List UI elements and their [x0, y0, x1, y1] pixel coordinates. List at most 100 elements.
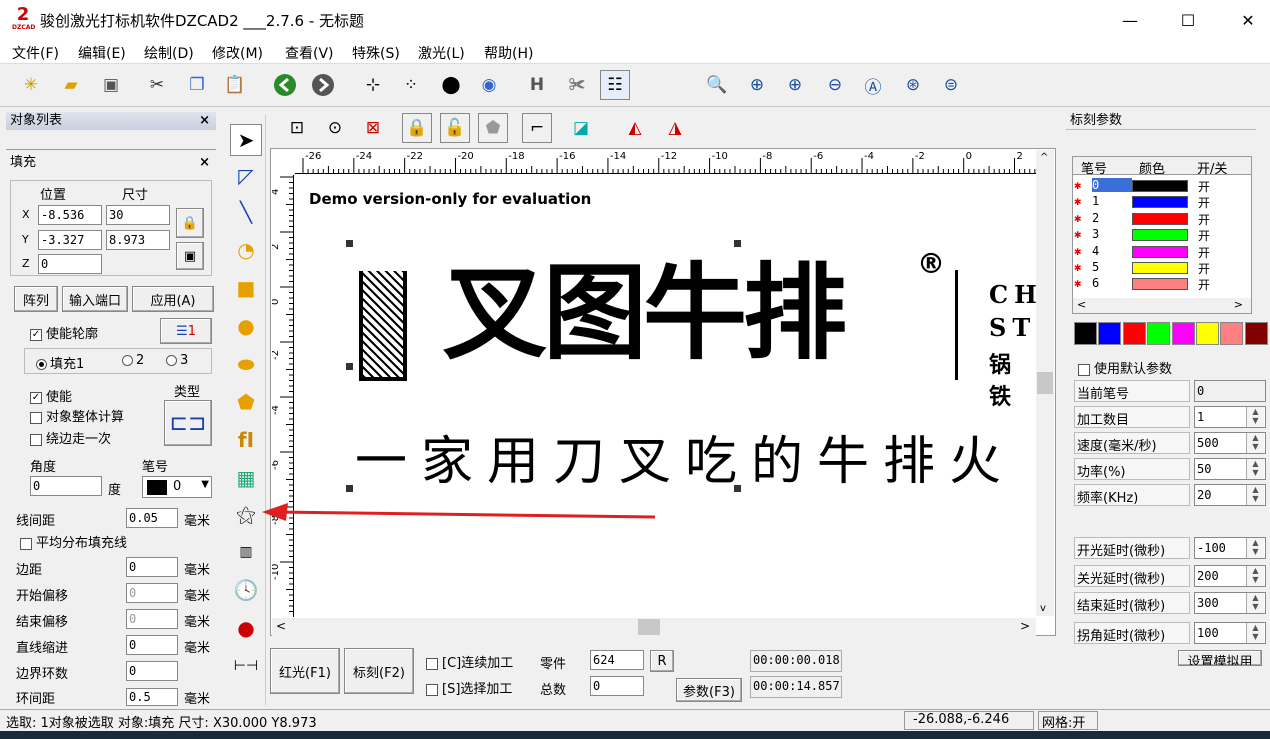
parts-field[interactable] — [590, 650, 644, 670]
anchor-button[interactable]: ▣ — [176, 242, 204, 270]
color-palette[interactable] — [1074, 322, 1270, 346]
polygon-icon[interactable]: ⬟ — [230, 386, 262, 418]
pen-row[interactable]: ✱ 2 开 — [1074, 211, 1254, 227]
signal-light-icon[interactable]: ● — [230, 612, 262, 644]
spinner-arrows-icon[interactable]: ▲ ▼ — [1246, 538, 1264, 558]
lock-ratio-button[interactable]: 🔒 — [176, 208, 204, 238]
menu-help[interactable]: 帮助(H) — [484, 43, 533, 63]
rectangle-icon[interactable]: ■ — [230, 272, 262, 304]
minimize-button[interactable]: — — [1100, 0, 1160, 40]
pen-row[interactable]: ✱ 0 开 — [1074, 178, 1254, 194]
barcode-icon[interactable]: ▥ — [230, 536, 262, 568]
unlock-all-icon[interactable]: ⬟ — [478, 113, 508, 143]
zoom-all-icon[interactable]: Ⓐ — [858, 70, 888, 100]
object-list-area[interactable] — [6, 130, 216, 150]
z-position-field[interactable] — [38, 254, 102, 274]
palette-swatch[interactable] — [1122, 322, 1146, 345]
image-icon[interactable]: ▦ — [230, 462, 262, 494]
vector-file-icon[interactable]: ⚝ — [230, 498, 262, 530]
line-shrink-field[interactable] — [126, 635, 178, 655]
palette-swatch[interactable] — [1196, 322, 1219, 345]
pen-table-hscroll[interactable]: < > — [1073, 298, 1251, 313]
paste-icon[interactable]: 📋 — [220, 70, 250, 100]
spinner-arrows-icon[interactable]: ▲ ▼ — [1246, 566, 1264, 586]
mark-button[interactable]: 标刻(F2) — [344, 648, 414, 694]
line-icon[interactable]: ╲ — [230, 196, 262, 228]
close-icon[interactable]: × — [199, 112, 210, 130]
text-h-icon[interactable]: H — [522, 70, 552, 100]
fill1-radio[interactable]: 填充1 — [36, 353, 84, 372]
palette-swatch[interactable] — [1220, 322, 1244, 345]
origin-icon[interactable]: ⌐ — [522, 113, 552, 143]
x-size-field[interactable] — [106, 205, 170, 225]
copy-icon[interactable]: ❐ — [182, 70, 212, 100]
margin-field[interactable] — [126, 557, 178, 577]
ungroup-icon[interactable]: ⁘ — [396, 70, 426, 100]
tools-icon[interactable]: ✀ — [562, 70, 592, 100]
extend-axis-icon[interactable]: ⊢⊣ — [230, 650, 262, 682]
use-default-checkbox[interactable]: 使用默认参数 — [1078, 358, 1172, 377]
group-icon[interactable]: ⊹ — [358, 70, 388, 100]
edge-once-checkbox[interactable]: 绕边走一次 — [30, 428, 111, 447]
x-position-field[interactable] — [38, 205, 102, 225]
zoom-plus-icon[interactable]: ⊕ — [780, 70, 810, 100]
zoom-in-icon[interactable]: ⊕ — [742, 70, 772, 100]
node-icon[interactable]: ◉ — [474, 70, 504, 100]
selection-handle[interactable] — [346, 240, 353, 247]
mirror-h-icon[interactable]: ◭ — [620, 113, 650, 143]
save-icon[interactable]: ▣ — [96, 70, 126, 100]
menu-laser[interactable]: 激光(L) — [418, 43, 465, 63]
total-field[interactable] — [590, 676, 644, 696]
cut-icon[interactable]: ✂ — [142, 70, 172, 100]
pen-row[interactable]: ✱ 3 开 — [1074, 227, 1254, 243]
params-button[interactable]: 参数(F3) — [676, 678, 742, 702]
scroll-thumb[interactable] — [1037, 372, 1053, 394]
pen-row[interactable]: ✱ 4 开 — [1074, 244, 1254, 260]
whole-calc-checkbox[interactable]: 对象整体计算 — [30, 406, 124, 425]
menu-edit[interactable]: 编辑(E) — [78, 43, 126, 63]
zoom-icon[interactable]: 🔍 — [702, 70, 732, 100]
palette-swatch[interactable] — [1074, 322, 1097, 345]
even-dist-checkbox[interactable]: 平均分布填充线 — [20, 532, 127, 551]
array-button[interactable]: 阵列 — [14, 286, 58, 312]
scroll-thumb[interactable] — [638, 619, 660, 635]
ellipse-icon[interactable]: ⬬ — [230, 348, 262, 380]
fill2-radio[interactable]: 2 — [122, 353, 144, 368]
node-edit-tool-icon[interactable]: ◸ — [230, 160, 262, 192]
zoom-window-icon[interactable]: ⊛ — [898, 70, 928, 100]
angle-field[interactable] — [30, 476, 102, 496]
selection-handle[interactable] — [346, 485, 353, 492]
maximize-button[interactable]: ☐ — [1158, 0, 1218, 40]
selection-handle[interactable] — [734, 240, 741, 247]
close-icon[interactable]: × — [199, 154, 210, 172]
drawing-canvas[interactable]: Demo version-only for evaluation 叉图牛排 ® … — [295, 175, 1037, 615]
circle-icon[interactable]: ● — [230, 310, 262, 342]
clock-icon[interactable]: 🕓 — [230, 574, 262, 606]
pointer-icon[interactable]: ➤ — [230, 124, 262, 156]
menu-draw[interactable]: 绘制(D) — [144, 43, 194, 63]
cross-select-icon[interactable]: ⊠ — [358, 113, 388, 143]
zoom-out-icon[interactable]: ⊖ — [820, 70, 850, 100]
end-offset-field[interactable] — [126, 609, 178, 629]
zoom-selected-icon[interactable]: ⊜ — [936, 70, 966, 100]
palette-swatch[interactable] — [1098, 322, 1122, 345]
line-spacing-field[interactable] — [126, 508, 178, 528]
y-position-field[interactable] — [38, 230, 102, 250]
spinner-arrows-icon[interactable]: ▲ ▼ — [1246, 407, 1264, 427]
select-process-checkbox[interactable]: [S]选择加工 — [426, 678, 512, 697]
menu-file[interactable]: 文件(F) — [12, 43, 59, 63]
continuous-checkbox[interactable]: [C]连续加工 — [426, 652, 513, 671]
spinner-arrows-icon[interactable]: ▲ ▼ — [1246, 485, 1264, 505]
horizontal-scrollbar[interactable]: < > — [272, 618, 1036, 636]
color-icon[interactable]: ◪ — [566, 113, 596, 143]
selection-handle[interactable] — [346, 363, 353, 370]
lock-icon[interactable]: 🔒 — [402, 113, 432, 143]
redo-icon[interactable] — [308, 70, 338, 100]
mirror-v-icon[interactable]: ◮ — [660, 113, 690, 143]
select-group-icon[interactable]: ⊡ — [282, 113, 312, 143]
current-pen-field[interactable] — [1194, 380, 1266, 402]
menu-modify[interactable]: 修改(M) — [212, 43, 263, 63]
y-size-field[interactable] — [106, 230, 170, 250]
rotate-select-icon[interactable]: ⊙ — [320, 113, 350, 143]
border-loops-field[interactable] — [126, 661, 178, 681]
